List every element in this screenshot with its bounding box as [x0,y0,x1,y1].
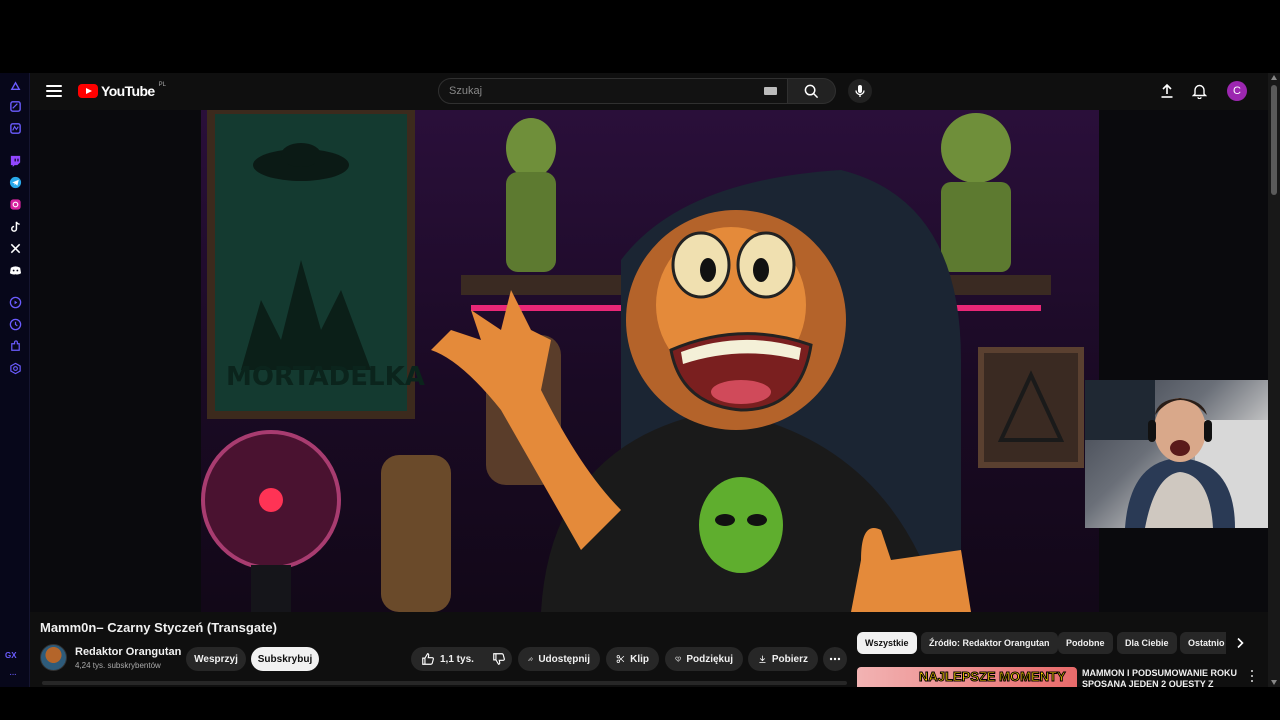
twitch-icon[interactable] [8,153,22,167]
webcam-frame [1085,380,1268,528]
thanks-heart-icon [675,656,681,662]
logo-text: YouTube [101,83,155,99]
scrollbar-thumb[interactable] [1271,85,1277,195]
microphone-icon [855,85,865,97]
more-horizontal-icon [829,657,841,661]
screen-top-black-bar [0,0,1280,73]
chevron-right-icon [1237,637,1244,649]
subscribe-label: Subskrybuj [257,653,313,665]
subscribe-button[interactable]: Subskrybuj [251,647,319,671]
thumbnail-text: NAJLEPSZE MOMENTY [919,669,1067,685]
chips-next-button[interactable] [1230,633,1250,653]
search-input[interactable] [439,79,759,103]
gx-label[interactable]: GX [5,651,17,660]
share-label: Udostępnij [538,653,590,665]
thanks-button[interactable]: Podziękuj [665,647,743,671]
recommendation-thumbnail[interactable]: NAJLEPSZE MOMENTY [857,667,1077,687]
chip-recent[interactable]: Ostatnio [1180,632,1226,654]
copilot-icon[interactable] [8,79,22,93]
chip-for-you[interactable]: Dla Ciebie [1117,632,1177,654]
chip-related[interactable]: Podobne [1058,632,1113,654]
poster-text: MORTADELKA [226,362,425,392]
upload-icon [1161,83,1173,98]
voice-search-button[interactable] [848,79,872,103]
chip-all[interactable]: Wszystkie [857,632,917,654]
thumbs-down-icon [493,653,505,665]
clip-button[interactable]: Klip [606,647,659,671]
description-box[interactable] [42,681,847,685]
like-button[interactable]: 1,1 tys. [421,652,474,666]
thanks-label: Podziękuj [686,653,733,665]
history-icon[interactable] [8,317,22,331]
recommendation-title[interactable]: MAMMON I PODSUMOWANIE ROKU SPOSANA JEDEN… [1082,668,1242,687]
browser-sidebar: GX ··· [0,73,30,687]
orangutan-cartoon-frame: MORTADELKA [201,110,1084,612]
sidebar-more-icon[interactable]: ··· [9,669,17,680]
scroll-down-icon[interactable] [1271,680,1277,685]
logo-region: PL [158,82,166,88]
streamer-webcam [1085,380,1268,528]
keyboard-icon[interactable] [764,87,777,95]
download-icon [759,655,766,663]
page-scrollbar[interactable] [1268,73,1280,687]
subscriber-count: 4,24 tys. subskrybentów [75,661,161,670]
support-button[interactable]: Wesprzyj [186,647,246,671]
search-button[interactable] [788,78,836,104]
account-avatar[interactable]: C [1227,81,1247,101]
thumbs-up-icon [422,653,434,665]
video-title: Mamm0n– Czarny Styczeń (Transgate) [40,620,277,635]
download-button[interactable]: Pobierz [748,647,818,671]
like-dislike-group: 1,1 tys. [411,647,512,671]
messenger-icon[interactable] [8,121,22,135]
bell-icon [1191,84,1207,99]
dislike-button[interactable] [492,652,506,666]
screen-bottom-black-bar [0,687,1280,720]
guide-menu-icon[interactable] [46,83,62,99]
player-icon[interactable] [8,295,22,309]
like-count: 1,1 tys. [440,653,474,665]
extensions-icon[interactable] [8,339,22,353]
youtube-play-icon [78,84,98,98]
scissors-icon [616,655,625,663]
tiktok-icon[interactable] [8,219,22,233]
channel-avatar[interactable] [40,644,67,671]
create-button[interactable] [1158,82,1176,100]
recommendation-menu-icon[interactable] [1246,669,1258,683]
clip-label: Klip [630,653,649,665]
x-icon[interactable] [8,241,22,255]
notes-icon[interactable] [8,99,22,113]
share-button[interactable]: Udostępnij [518,647,600,671]
video-frame: MORTADELKA [201,110,1099,612]
support-label: Wesprzyj [194,653,238,665]
download-label: Pobierz [771,653,808,665]
telegram-icon[interactable] [8,175,22,189]
search-box [438,78,788,104]
settings-icon[interactable] [8,361,22,375]
youtube-logo[interactable]: YouTube PL [78,82,166,99]
masthead: YouTube PL C [30,73,1268,110]
chip-source[interactable]: Źródło: Redaktor Orangutan [921,632,1058,654]
channel-name[interactable]: Redaktor Orangutan [75,646,181,658]
youtube-page: YouTube PL C MORTA [30,73,1268,687]
instagram-icon[interactable] [8,197,22,211]
search-icon [804,84,819,98]
discord-icon[interactable] [8,263,22,277]
video-player[interactable]: MORTADELKA [30,110,1268,612]
notifications-button[interactable] [1190,82,1208,100]
scroll-up-icon[interactable] [1271,75,1277,80]
share-icon [528,656,534,662]
more-actions-button[interactable] [823,647,847,671]
